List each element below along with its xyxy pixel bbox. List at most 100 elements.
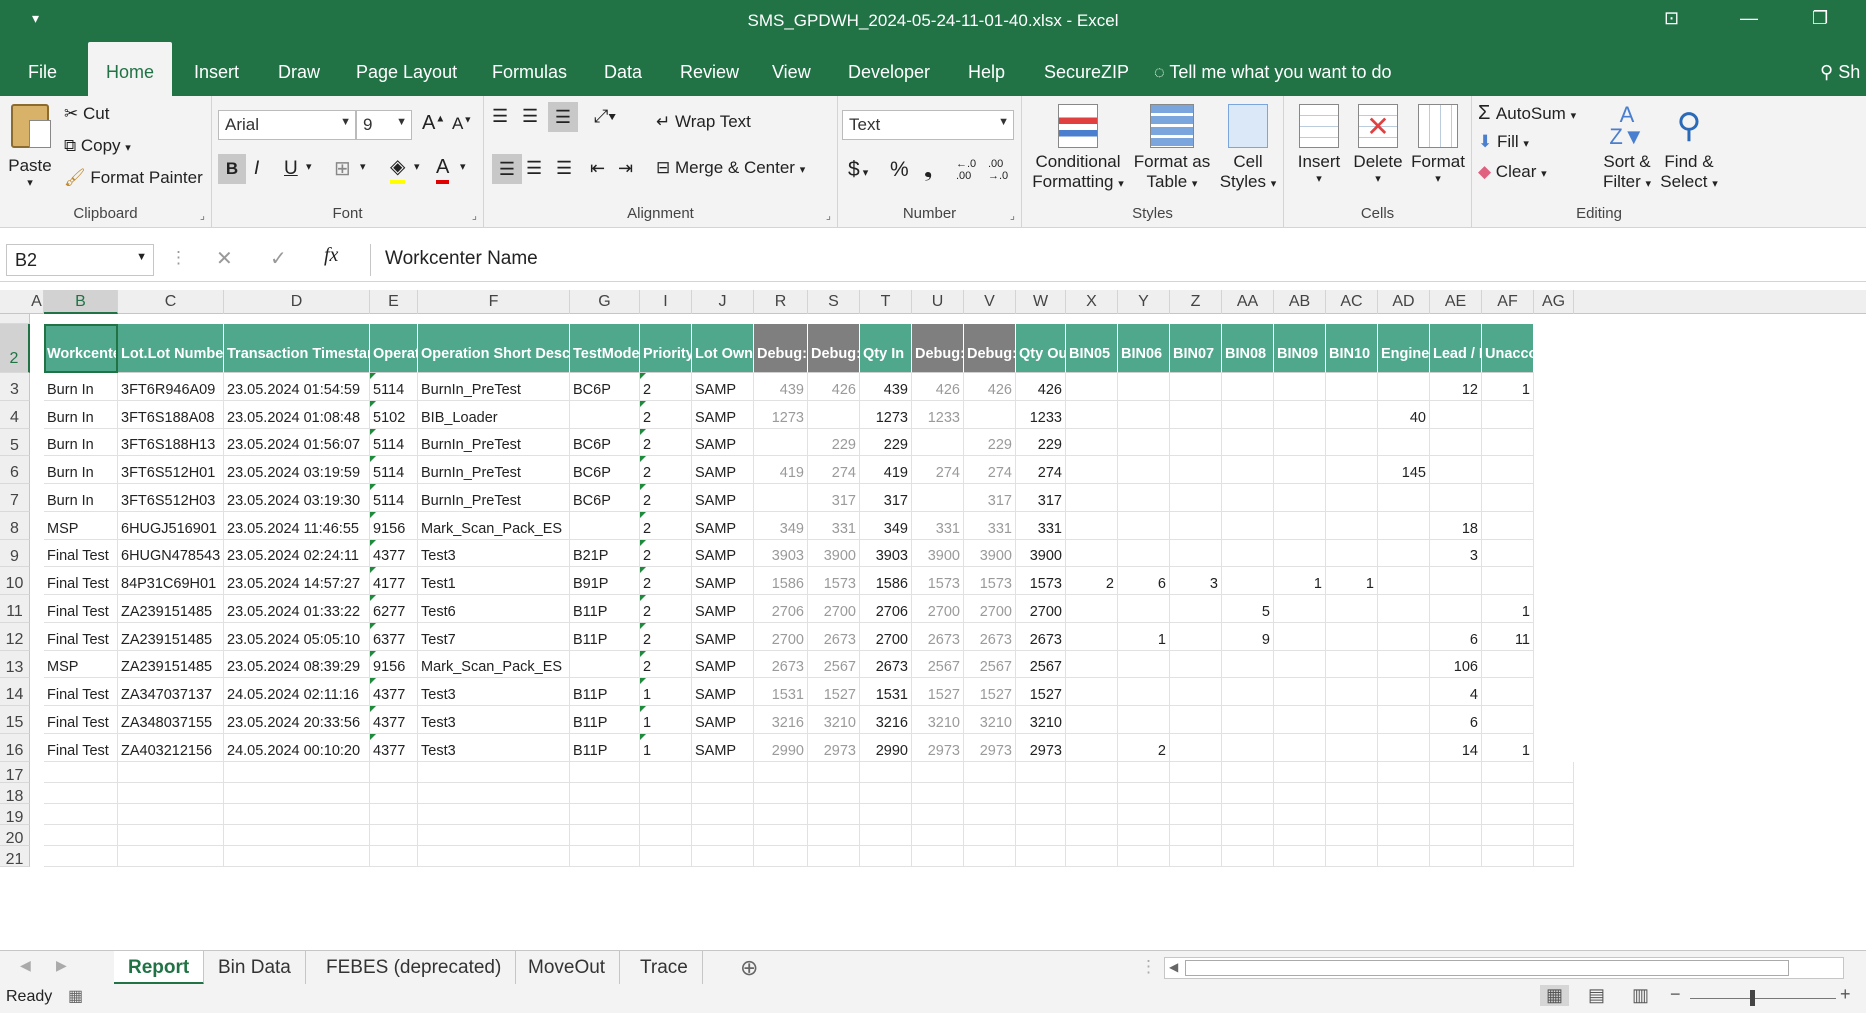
empty-cell[interactable]: [1274, 762, 1326, 783]
table-cell[interactable]: [1222, 651, 1274, 678]
empty-cell[interactable]: [224, 762, 370, 783]
table-cell[interactable]: [964, 401, 1016, 429]
empty-cell[interactable]: [1534, 846, 1574, 867]
empty-cell[interactable]: [912, 846, 964, 867]
table-cell[interactable]: [1118, 540, 1170, 567]
table-cell[interactable]: 1527: [1016, 678, 1066, 706]
empty-cell[interactable]: [860, 825, 912, 846]
table-cell[interactable]: [1222, 512, 1274, 540]
empty-cell[interactable]: [44, 825, 118, 846]
empty-cell[interactable]: [1222, 804, 1274, 825]
table-cell[interactable]: 317: [808, 484, 860, 512]
row-header-8[interactable]: 8: [0, 512, 30, 540]
table-cell[interactable]: 1: [1482, 373, 1534, 401]
table-cell[interactable]: 1527: [808, 678, 860, 706]
table-cell[interactable]: 3216: [860, 706, 912, 734]
empty-cell[interactable]: [754, 762, 808, 783]
table-cell[interactable]: 1: [1326, 567, 1378, 595]
empty-cell[interactable]: [224, 783, 370, 804]
empty-cell[interactable]: [754, 825, 808, 846]
table-cell[interactable]: [1378, 429, 1430, 456]
table-cell[interactable]: [1274, 512, 1326, 540]
table-cell[interactable]: 2700: [860, 623, 912, 651]
delete-cells-button[interactable]: ✕ Delete ▾: [1348, 104, 1408, 185]
header-cell[interactable]: Debug:C: [912, 324, 964, 373]
table-cell[interactable]: B91P: [570, 567, 640, 595]
header-cell[interactable]: Debug:C: [754, 324, 808, 373]
table-cell[interactable]: [1326, 595, 1378, 623]
table-cell[interactable]: 2: [640, 623, 692, 651]
header-cell[interactable]: BIN09: [1274, 324, 1326, 373]
sheet-tab-trace[interactable]: Trace: [626, 951, 703, 985]
table-cell[interactable]: 5114: [370, 456, 418, 484]
empty-cell[interactable]: [1378, 804, 1430, 825]
table-cell[interactable]: [1274, 734, 1326, 762]
table-cell[interactable]: 2567: [964, 651, 1016, 678]
table-cell[interactable]: BC6P: [570, 484, 640, 512]
row-header-5[interactable]: 5: [0, 429, 30, 456]
table-cell[interactable]: ZA348037155: [118, 706, 224, 734]
table-cell[interactable]: [1118, 512, 1170, 540]
table-cell[interactable]: 2673: [964, 623, 1016, 651]
table-cell[interactable]: 331: [964, 512, 1016, 540]
header-cell[interactable]: Debug:C: [964, 324, 1016, 373]
tab-review[interactable]: Review: [678, 42, 741, 96]
empty-cell[interactable]: [118, 804, 224, 825]
header-cell[interactable]: Workcenter: [44, 324, 118, 373]
tab-file[interactable]: File: [26, 42, 59, 96]
table-cell[interactable]: 4377: [370, 678, 418, 706]
empty-cell[interactable]: [1118, 762, 1170, 783]
table-cell[interactable]: 5: [1222, 595, 1274, 623]
empty-cell[interactable]: [640, 846, 692, 867]
table-cell[interactable]: 6277: [370, 595, 418, 623]
share-button[interactable]: ⚲ Sh: [1818, 42, 1862, 96]
table-cell[interactable]: BurnIn_PreTest: [418, 484, 570, 512]
empty-cell[interactable]: [860, 762, 912, 783]
table-cell[interactable]: 2700: [1016, 595, 1066, 623]
table-cell[interactable]: Test1: [418, 567, 570, 595]
empty-cell[interactable]: [1274, 804, 1326, 825]
row-header-3[interactable]: 3: [0, 373, 30, 401]
header-cell[interactable]: BIN05: [1066, 324, 1118, 373]
row-header-16[interactable]: 16: [0, 734, 30, 762]
table-cell[interactable]: Test7: [418, 623, 570, 651]
table-cell[interactable]: [1430, 401, 1482, 429]
sheet-tab-bin-data[interactable]: Bin Data: [204, 951, 306, 985]
table-cell[interactable]: Mark_Scan_Pack_ES: [418, 651, 570, 678]
empty-cell[interactable]: [570, 783, 640, 804]
table-cell[interactable]: [1326, 429, 1378, 456]
table-cell[interactable]: 9156: [370, 512, 418, 540]
italic-button[interactable]: I: [254, 154, 259, 184]
column-header-j[interactable]: J: [692, 290, 754, 314]
table-cell[interactable]: [1118, 595, 1170, 623]
table-cell[interactable]: 2700: [754, 623, 808, 651]
minimize-icon[interactable]: —: [1740, 8, 1758, 29]
row-header-21[interactable]: 21: [0, 846, 30, 868]
table-cell[interactable]: [1222, 456, 1274, 484]
empty-cell[interactable]: [1378, 762, 1430, 783]
table-cell[interactable]: 1573: [808, 567, 860, 595]
table-cell[interactable]: 331: [808, 512, 860, 540]
empty-cell[interactable]: [44, 783, 118, 804]
empty-cell[interactable]: [1430, 804, 1482, 825]
table-cell[interactable]: Test3: [418, 678, 570, 706]
empty-cell[interactable]: [418, 825, 570, 846]
table-cell[interactable]: 24.05.2024 02:11:16: [224, 678, 370, 706]
table-cell[interactable]: [1118, 484, 1170, 512]
empty-cell[interactable]: [418, 783, 570, 804]
wrap-text-button[interactable]: ↵ Wrap Text: [656, 112, 751, 132]
table-cell[interactable]: [1378, 567, 1430, 595]
table-cell[interactable]: B11P: [570, 706, 640, 734]
empty-cell[interactable]: [692, 804, 754, 825]
table-cell[interactable]: Burn In: [44, 373, 118, 401]
column-header-w[interactable]: W: [1016, 290, 1066, 314]
empty-cell[interactable]: [1016, 846, 1066, 867]
empty-cell[interactable]: [1326, 804, 1378, 825]
empty-cell[interactable]: [1274, 825, 1326, 846]
copy-button[interactable]: ⧉ Copy ▾: [64, 136, 131, 156]
table-cell[interactable]: 18: [1430, 512, 1482, 540]
tab-formulas[interactable]: Formulas: [490, 42, 569, 96]
table-cell[interactable]: 274: [808, 456, 860, 484]
table-cell[interactable]: 3: [1170, 567, 1222, 595]
table-cell[interactable]: 23.05.2024 01:33:22: [224, 595, 370, 623]
